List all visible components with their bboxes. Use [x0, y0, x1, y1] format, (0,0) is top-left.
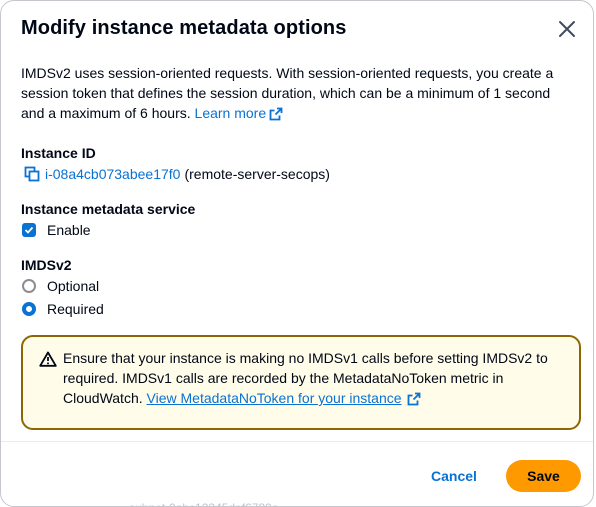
enable-label: Enable	[47, 222, 91, 238]
description: IMDSv2 uses session-oriented requests. W…	[21, 63, 566, 123]
copy-icon[interactable]	[24, 166, 40, 182]
imdsv2-label: IMDSv2	[21, 257, 72, 273]
radio-required[interactable]	[22, 302, 36, 316]
enable-checkbox-row[interactable]: Enable	[21, 222, 195, 238]
instance-id-section: Instance ID i-08a4cb073abee17f0 (remote-…	[21, 145, 330, 182]
external-link-icon	[269, 107, 283, 121]
modal-title: Modify instance metadata options	[21, 17, 347, 39]
radio-optional-label: Optional	[47, 278, 100, 294]
learn-more-label: Learn more	[194, 105, 267, 121]
instance-id-label: Instance ID	[21, 145, 96, 161]
metadata-service-section: Instance metadata service Enable	[21, 201, 195, 238]
warning-icon	[39, 351, 57, 367]
external-link-icon	[407, 392, 420, 406]
view-metadatanotoken-link[interactable]: View MetadataNoToken for your instance	[147, 390, 402, 406]
close-icon	[559, 21, 575, 37]
enable-checkbox[interactable]	[22, 223, 36, 237]
view-metadatanotoken-label: View MetadataNoToken for your instance	[146, 390, 402, 406]
instance-name: (remote-server-secops)	[184, 166, 330, 182]
modify-metadata-modal: Modify instance metadata options IMDSv2 …	[0, 0, 594, 507]
instance-id-link[interactable]: i-08a4cb073abee17f0	[45, 166, 180, 182]
modal-body: IMDSv2 uses session-oriented requests. W…	[21, 59, 581, 430]
radio-optional-row[interactable]: Optional	[21, 278, 104, 294]
cancel-button[interactable]: Cancel	[421, 460, 487, 492]
background-content: subnet-0abc12345def6789a	[129, 501, 429, 506]
close-button[interactable]	[555, 17, 579, 41]
warning-alert: Ensure that your instance is making no I…	[21, 335, 581, 430]
radio-optional[interactable]	[22, 279, 36, 293]
check-icon	[24, 226, 34, 234]
radio-required-label: Required	[47, 301, 104, 317]
footer-divider	[1, 441, 593, 442]
radio-required-row[interactable]: Required	[21, 301, 104, 317]
imdsv2-section: IMDSv2 Optional Required	[21, 257, 104, 317]
save-button[interactable]: Save	[506, 460, 581, 492]
learn-more-link[interactable]: Learn more	[195, 105, 284, 121]
modal-header: Modify instance metadata options	[1, 1, 593, 59]
warning-text: Ensure that your instance is making no I…	[63, 348, 563, 408]
metadata-service-label: Instance metadata service	[21, 201, 196, 217]
description-text: IMDSv2 uses session-oriented requests. W…	[21, 65, 554, 121]
